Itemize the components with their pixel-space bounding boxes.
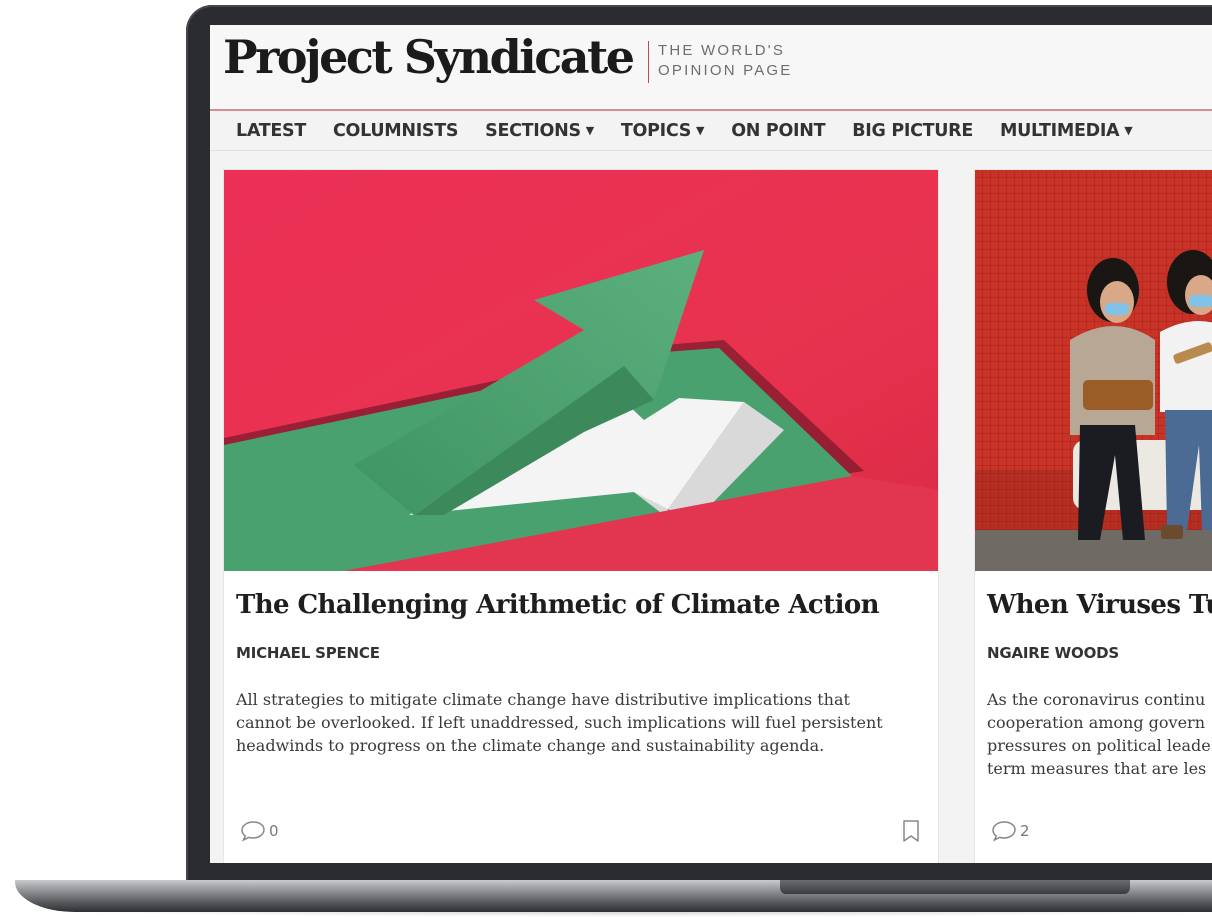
article-card[interactable]: The Challenging Arithmetic of Climate Ac… xyxy=(223,169,939,863)
nav-item-big-picture[interactable]: BIG PICTURE xyxy=(852,121,973,141)
chevron-down-icon: ▼ xyxy=(585,123,594,137)
article-image[interactable] xyxy=(224,170,938,571)
browser-screen: Project Syndicate THE WORLD'S OPINION PA… xyxy=(210,25,1212,863)
nav-item-label: COLUMNISTS xyxy=(332,120,459,141)
comment-count-value: 2 xyxy=(1020,822,1030,840)
nav-item-label: TOPICS xyxy=(620,120,692,141)
nav-item-label: SECTIONS xyxy=(485,120,581,141)
article-author[interactable]: MICHAEL SPENCE xyxy=(236,644,380,662)
article-title[interactable]: The Challenging Arithmetic of Climate Ac… xyxy=(236,590,879,620)
nav-item-label: BIG PICTURE xyxy=(852,120,973,141)
chevron-down-icon: ▼ xyxy=(696,123,705,137)
nav-item-multimedia[interactable]: MULTIMEDIA ▼ xyxy=(1000,120,1133,141)
comment-count[interactable]: 0 xyxy=(240,820,279,842)
tagline-line-2: OPINION PAGE xyxy=(658,62,793,79)
nav-item-sections[interactable]: SECTIONS ▼ xyxy=(485,121,594,141)
article-excerpt: As the coronavirus continu cooperation a… xyxy=(987,690,1211,778)
bookmark-button[interactable] xyxy=(902,819,920,848)
laptop-notch xyxy=(780,880,1130,894)
article-excerpt: All strategies to mitigate climate chang… xyxy=(236,690,883,755)
nav-item-label: LATEST xyxy=(236,120,306,141)
main-nav: LATEST COLUMNISTS SECTIONS ▼ TOPICS ▼ ON P… xyxy=(210,111,1212,151)
nav-item-on-point[interactable]: ON POINT xyxy=(731,121,825,141)
comment-icon xyxy=(241,821,265,842)
article-image[interactable] xyxy=(975,170,1212,571)
comment-icon xyxy=(992,821,1016,842)
comment-count-value: 0 xyxy=(269,822,279,840)
tagline-line-1: THE WORLD'S xyxy=(658,42,786,59)
article-card[interactable]: When Viruses Tu NGAIRE WOODS As the coro… xyxy=(974,169,1212,863)
green-arrow-illustration-icon xyxy=(224,170,938,571)
nav-item-latest[interactable]: LATEST xyxy=(236,121,306,141)
site-tagline: THE WORLD'S OPINION PAGE xyxy=(658,41,792,81)
site-header: Project Syndicate THE WORLD'S OPINION PA… xyxy=(210,25,1212,111)
comment-count[interactable]: 2 xyxy=(991,820,1030,842)
article-author[interactable]: NGAIRE WOODS xyxy=(987,644,1119,662)
nav-item-label: ON POINT xyxy=(731,120,826,141)
masked-women-photo-icon xyxy=(975,170,1212,571)
chevron-down-icon: ▼ xyxy=(1124,123,1133,137)
article-title[interactable]: When Viruses Tu xyxy=(987,590,1212,620)
nav-item-label: MULTIMEDIA xyxy=(1000,120,1120,141)
logo-divider xyxy=(648,41,649,83)
nav-item-columnists[interactable]: COLUMNISTS xyxy=(333,121,458,141)
bookmark-icon xyxy=(903,820,919,842)
site-logo[interactable]: Project Syndicate xyxy=(223,30,635,84)
nav-item-topics[interactable]: TOPICS ▼ xyxy=(620,120,705,141)
